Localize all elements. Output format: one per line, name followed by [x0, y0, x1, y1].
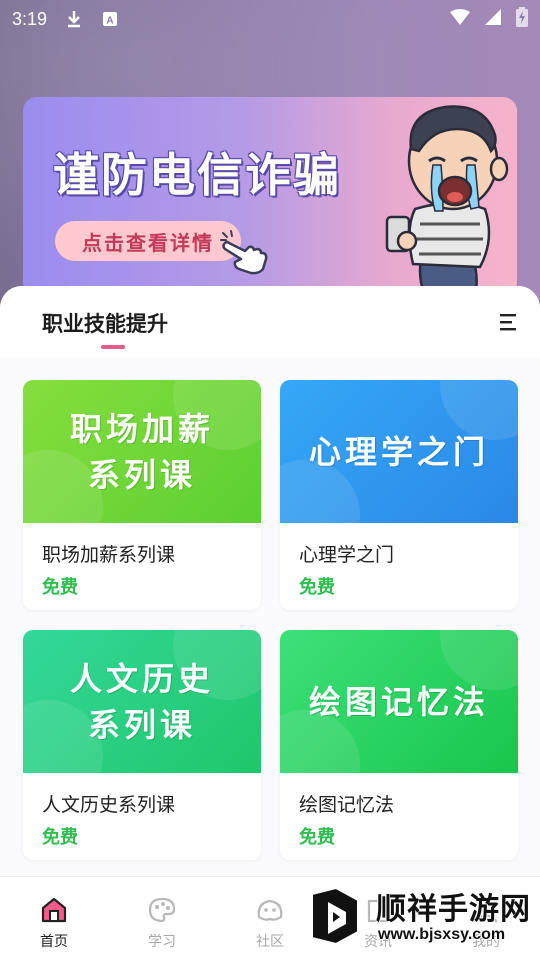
course-cover-title: 绘图记忆法 [308, 682, 489, 721]
course-card[interactable]: 心理学之门 心理学之门 免费 [280, 380, 518, 610]
course-cover-subtitle: 系列课 [87, 455, 196, 494]
course-cover-title: 心理学之门 [308, 432, 489, 471]
download-icon [65, 10, 83, 28]
banner-details-button[interactable]: 点击查看详情 [55, 221, 241, 261]
banner-title: 谨防电信诈骗 [53, 148, 341, 202]
pointing-hand-icon [220, 230, 268, 275]
course-cover: 绘图记忆法 [280, 630, 518, 773]
course-price: 免费 [299, 827, 335, 848]
status-bar: 3:19 A [0, 0, 540, 38]
course-cover: 职场加薪 系列课 [23, 380, 261, 523]
home-icon [41, 897, 67, 923]
status-time: 3:19 [12, 8, 48, 29]
course-card[interactable]: 绘图记忆法 绘图记忆法 免费 [280, 630, 518, 860]
battery-charging-icon [516, 6, 528, 32]
nav-label: 社区 [256, 934, 284, 950]
course-price: 免费 [299, 577, 335, 598]
course-name: 职场加薪系列课 [42, 544, 176, 566]
promo-banner[interactable]: 谨防电信诈骗 点击查看详情 [23, 97, 517, 297]
watermark-url: www.bjsxsy.com [378, 926, 506, 943]
section-title: 职业技能提升 [42, 312, 168, 336]
course-price: 免费 [42, 827, 78, 848]
course-cover-subtitle: 系列课 [87, 705, 196, 744]
menu-icon[interactable] [498, 312, 518, 332]
watermark-logo-icon [311, 886, 359, 946]
site-watermark: 顺祥手游网 www.bjsxsy.com [306, 882, 536, 954]
crying-man-illustration [385, 105, 509, 297]
content-sheet: 职业技能提升 职场加薪 系列课 职场加薪系列课 免费 心理学之门 心理学之门 免… [0, 286, 540, 876]
palette-icon [148, 897, 176, 923]
nav-item-study[interactable]: 学习 [108, 877, 216, 960]
course-cover: 心理学之门 [280, 380, 518, 523]
nav-label: 学习 [148, 934, 176, 950]
ghost-icon [257, 899, 283, 921]
nav-item-home[interactable]: 首页 [0, 877, 108, 960]
course-name: 人文历史系列课 [42, 794, 176, 816]
course-price: 免费 [42, 577, 78, 598]
course-card[interactable]: 人文历史 系列课 人文历史系列课 免费 [23, 630, 261, 860]
course-cover-title: 职场加薪 [69, 409, 214, 448]
nav-label: 首页 [40, 934, 68, 950]
signal-icon [484, 8, 502, 31]
wifi-icon [450, 8, 470, 30]
course-card[interactable]: 职场加薪 系列课 职场加薪系列课 免费 [23, 380, 261, 610]
course-cover-title: 人文历史 [69, 659, 214, 698]
watermark-title: 顺祥手游网 [376, 892, 531, 927]
course-cover: 人文历史 系列课 [23, 630, 261, 773]
keyboard-a-icon: A [101, 10, 119, 28]
svg-text:A: A [106, 16, 113, 27]
course-name: 绘图记忆法 [299, 794, 395, 816]
course-name: 心理学之门 [299, 544, 395, 566]
section-header: 职业技能提升 [0, 286, 540, 358]
section-active-indicator [101, 345, 125, 349]
